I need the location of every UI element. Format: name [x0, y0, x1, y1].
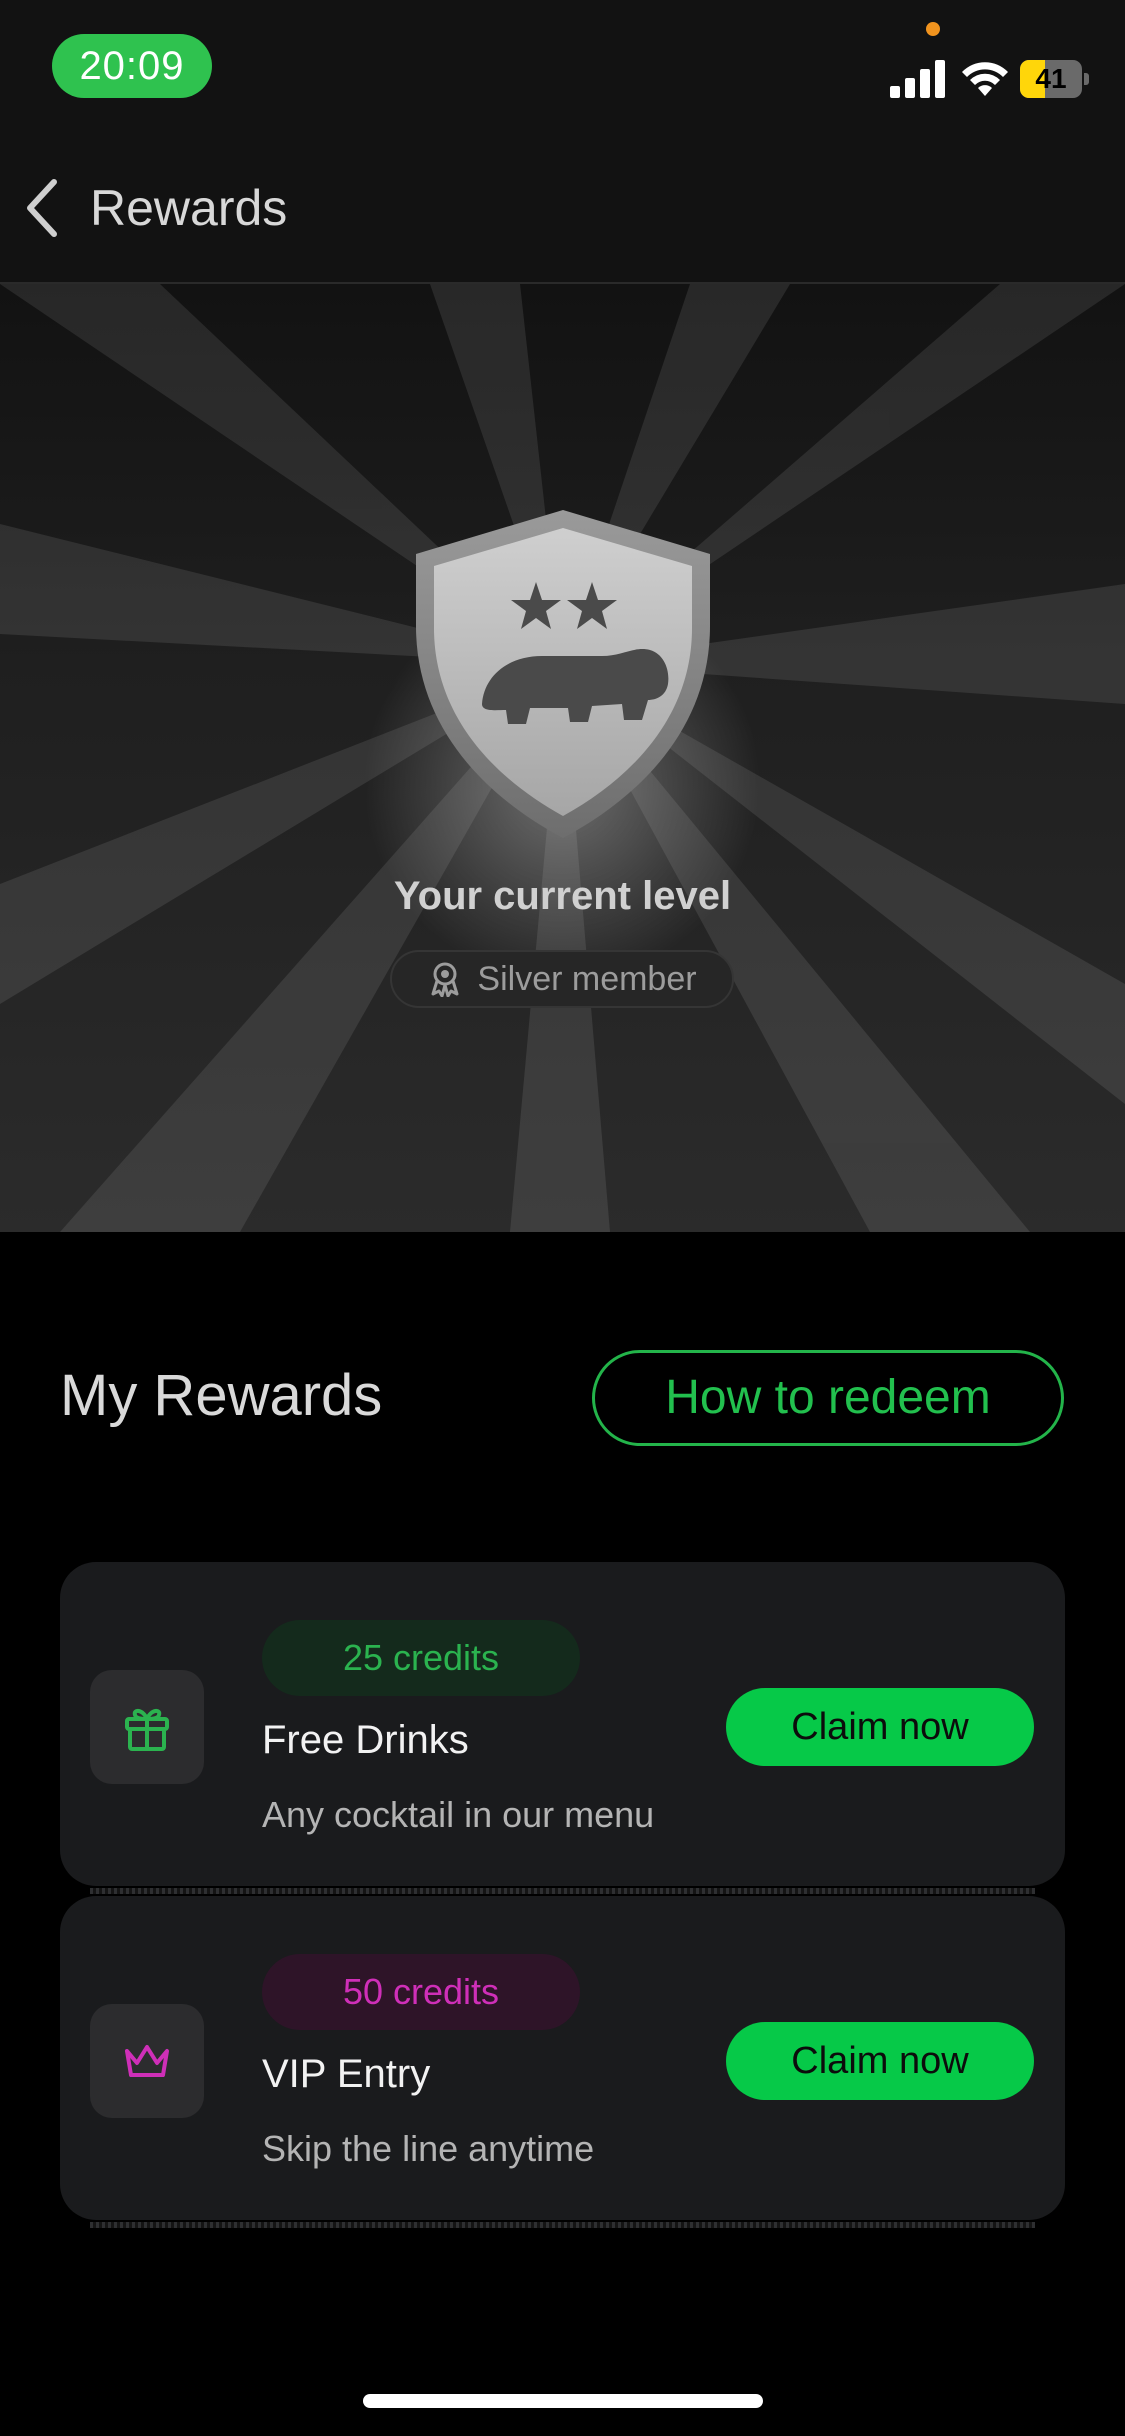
status-time: 20:09 — [52, 34, 212, 98]
reward-card-vip-entry: 50 credits VIP Entry Skip the line anyti… — [60, 1896, 1065, 2228]
level-hero: Your current level Silver member — [0, 284, 1125, 1232]
nav-bar: Rewards — [0, 130, 1125, 284]
shield-hippo-icon — [416, 510, 710, 838]
reward-title: VIP Entry — [262, 2052, 431, 2096]
reward-description: Any cocktail in our menu — [262, 1794, 655, 1835]
reward-icon-container — [90, 1670, 204, 1784]
level-badge: Silver member — [390, 950, 734, 1008]
page-title: Rewards — [90, 180, 288, 236]
back-button[interactable]: Rewards — [20, 170, 287, 246]
claim-now-button[interactable]: Claim now — [726, 2022, 1034, 2100]
crown-icon — [125, 2045, 169, 2077]
claim-now-button[interactable]: Claim now — [726, 1688, 1034, 1766]
section-title: My Rewards — [60, 1363, 383, 1428]
battery-indicator: 41 — [1020, 60, 1090, 98]
level-title: Your current level — [393, 874, 732, 918]
card-divider — [90, 1888, 1035, 1894]
battery-level: 41 — [1035, 63, 1067, 94]
card-divider — [90, 2222, 1035, 2228]
battery-cap — [1084, 73, 1089, 85]
how-to-redeem-button[interactable]: How to redeem — [592, 1350, 1064, 1446]
reward-description: Skip the line anytime — [262, 2128, 595, 2169]
award-icon — [431, 962, 459, 997]
microphone-indicator-dot — [926, 22, 940, 36]
gift-icon — [125, 1708, 169, 1751]
credits-badge: 50 credits — [262, 1954, 580, 2030]
level-name: Silver member — [477, 959, 697, 998]
cellular-signal-icon — [890, 60, 945, 98]
status-bar: 20:09 41 — [0, 0, 1125, 130]
chevron-left-icon[interactable] — [20, 176, 64, 240]
home-indicator[interactable] — [363, 2394, 763, 2408]
credits-badge: 25 credits — [262, 1620, 580, 1696]
reward-card-free-drinks: 25 credits Free Drinks Any cocktail in o… — [60, 1562, 1065, 1894]
reward-icon-container — [90, 2004, 204, 2118]
battery-body: 41 — [1020, 60, 1082, 98]
reward-title: Free Drinks — [262, 1718, 469, 1762]
wifi-icon — [962, 62, 1008, 96]
